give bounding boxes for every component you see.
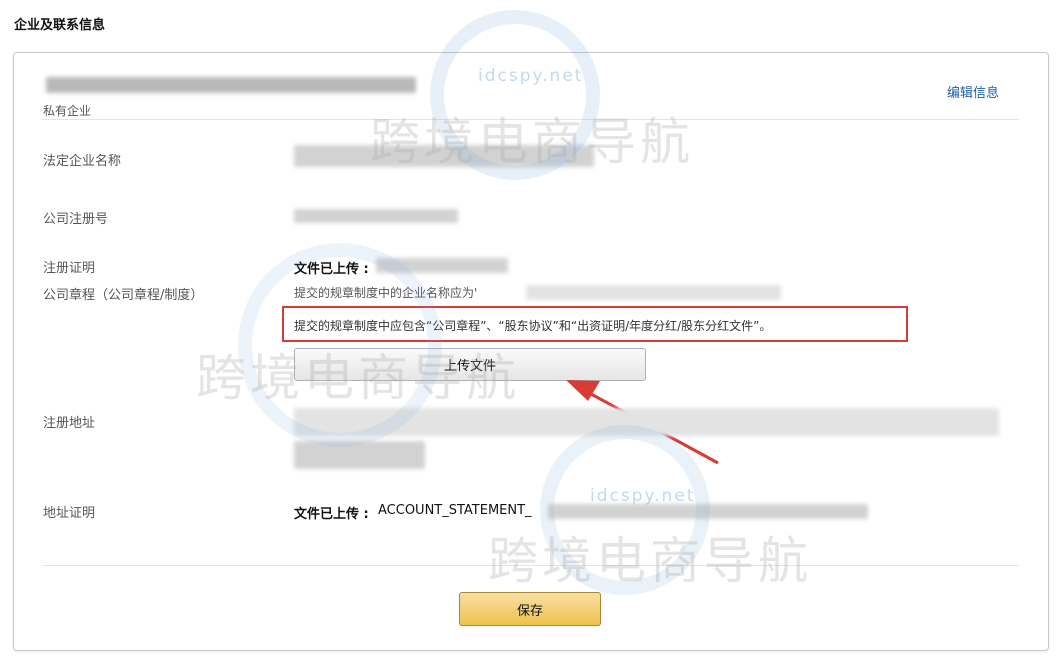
upload-file-button[interactable]: 上传文件 <box>294 348 646 381</box>
articles-label: 公司章程（公司章程/制度） <box>43 288 204 303</box>
header-divider <box>43 119 1019 120</box>
reg-cert-label: 注册证明 <box>43 261 96 276</box>
edit-info-link[interactable]: 编辑信息 <box>947 82 999 101</box>
reg-cert-filename-redacted <box>376 258 508 273</box>
company-type: 私有企业 <box>43 104 92 118</box>
reg-no-redacted <box>294 209 458 223</box>
section-title: 企业及联系信息 <box>14 18 106 33</box>
articles-name-hint: 提交的规章制度中的企业名称应为' <box>294 286 478 300</box>
reg-address-line2-redacted <box>294 441 425 469</box>
articles-name-redacted <box>526 285 781 300</box>
legal-name-redacted <box>294 145 594 167</box>
reg-address-label: 注册地址 <box>43 416 96 431</box>
reg-cert-status: 文件已上传 : <box>294 262 369 277</box>
reg-no-label: 公司注册号 <box>43 212 109 227</box>
footer-divider <box>43 565 1019 566</box>
company-info-card: 私有企业 编辑信息 法定企业名称 公司注册号 注册证明 文件已上传 : 公司章程… <box>13 52 1049 651</box>
legal-name-label: 法定企业名称 <box>43 154 122 169</box>
save-button[interactable]: 保存 <box>459 592 601 626</box>
address-proof-status: 文件已上传 : <box>294 507 369 522</box>
address-proof-label: 地址证明 <box>43 506 96 521</box>
address-proof-filename-redacted <box>548 504 868 519</box>
reg-address-line1-redacted <box>294 408 999 436</box>
address-proof-filename: ACCOUNT_STATEMENT_ <box>378 503 532 518</box>
company-name-redacted <box>46 77 416 93</box>
annotation-highlight-box <box>282 306 908 342</box>
